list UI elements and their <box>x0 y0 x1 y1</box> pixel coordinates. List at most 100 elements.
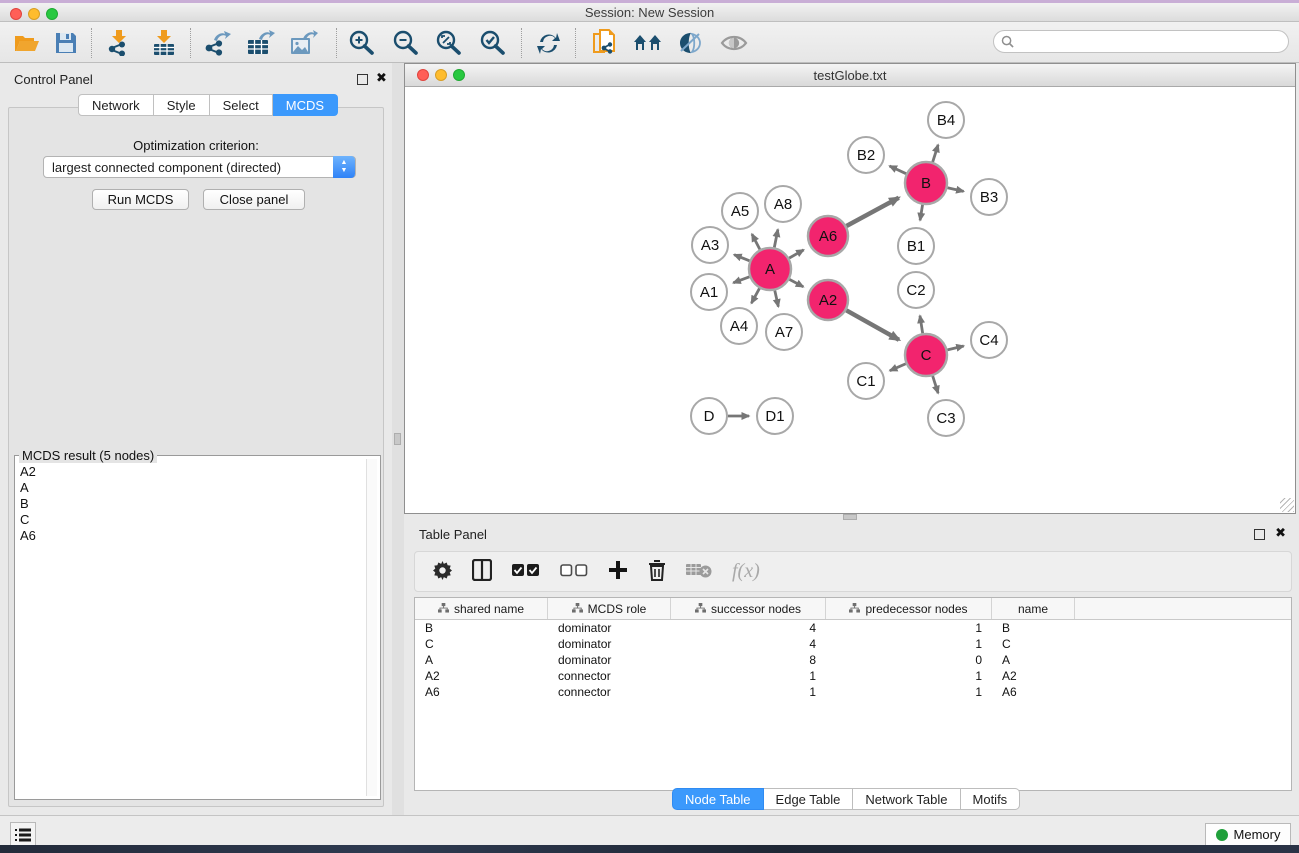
graph-edge-A-A1[interactable] <box>733 277 749 283</box>
graph-node-A8[interactable]: A8 <box>765 186 801 222</box>
cell[interactable]: 4 <box>671 620 826 636</box>
cell[interactable]: A <box>415 652 548 668</box>
graph-node-B[interactable]: B <box>905 162 947 204</box>
result-item[interactable]: A2 <box>20 464 36 480</box>
graph-node-A5[interactable]: A5 <box>722 193 758 229</box>
table-row-A[interactable]: Adominator80A <box>415 652 1291 668</box>
cell[interactable]: 0 <box>826 652 992 668</box>
graph-edge-C-C4[interactable] <box>947 346 963 350</box>
cell[interactable]: 1 <box>826 668 992 684</box>
cell[interactable]: 1 <box>671 684 826 700</box>
column-header-successor-nodes[interactable]: successor nodes <box>671 598 826 619</box>
save-session-button[interactable] <box>48 26 84 60</box>
graph-node-C1[interactable]: C1 <box>848 363 884 399</box>
table-tab-network-table[interactable]: Network Table <box>853 788 960 810</box>
graph-node-A3[interactable]: A3 <box>692 227 728 263</box>
graph-node-C[interactable]: C <box>905 334 947 376</box>
home-layout-button[interactable] <box>630 26 666 60</box>
import-network-button[interactable] <box>101 26 137 60</box>
control-tab-network[interactable]: Network <box>78 94 154 116</box>
zoom-out-button[interactable] <box>387 26 423 60</box>
network-window-titlebar[interactable]: testGlobe.txt <box>405 64 1295 87</box>
mcds-result-list[interactable]: A2ABCA6 <box>20 464 36 544</box>
column-header-shared-name[interactable]: shared name <box>415 598 548 619</box>
graph-node-B2[interactable]: B2 <box>848 137 884 173</box>
graph-node-D1[interactable]: D1 <box>757 398 793 434</box>
graph-edge-B-B4[interactable] <box>933 145 938 162</box>
cell[interactable]: 4 <box>671 636 826 652</box>
search-field[interactable] <box>993 30 1289 53</box>
cell[interactable]: B <box>415 620 548 636</box>
close-table-panel-icon[interactable]: ✖ <box>1275 525 1286 541</box>
graph-node-A1[interactable]: A1 <box>691 274 727 310</box>
search-input[interactable] <box>1018 35 1288 49</box>
result-item[interactable]: B <box>20 496 36 512</box>
column-header-predecessor-nodes[interactable]: predecessor nodes <box>826 598 992 619</box>
table-row-C[interactable]: Cdominator41C <box>415 636 1291 652</box>
cell[interactable]: A2 <box>992 668 1075 684</box>
graph-edge-C-C2[interactable] <box>920 316 923 334</box>
cell[interactable]: C <box>415 636 548 652</box>
graph-node-C3[interactable]: C3 <box>928 400 964 436</box>
panel-splitter-vertical[interactable] <box>392 63 404 815</box>
float-panel-icon[interactable] <box>357 73 368 88</box>
cell[interactable]: A <box>992 652 1075 668</box>
deselect-all-icon[interactable] <box>560 564 588 580</box>
graph-edge-A6-B[interactable] <box>846 198 898 226</box>
column-header-MCDS-role[interactable]: MCDS role <box>548 598 671 619</box>
zoom-in-button[interactable] <box>343 26 379 60</box>
graph-edge-C-C3[interactable] <box>933 376 938 393</box>
apply-style-button[interactable] <box>673 26 709 60</box>
column-header-name[interactable]: name <box>992 598 1075 619</box>
table-row-B[interactable]: Bdominator41B <box>415 620 1291 636</box>
graph-edge-B-B1[interactable] <box>920 205 922 221</box>
table-row-A2[interactable]: A2connector11A2 <box>415 668 1291 684</box>
cell[interactable]: A2 <box>415 668 548 684</box>
splitter-handle[interactable] <box>394 433 401 445</box>
cell[interactable]: dominator <box>548 620 671 636</box>
delete-icon[interactable] <box>648 560 666 584</box>
delete-table-icon[interactable] <box>686 562 712 581</box>
graph-edge-A2-C[interactable] <box>846 310 899 340</box>
result-scrollbar[interactable] <box>366 459 377 796</box>
graph-edge-B-B3[interactable] <box>947 188 963 192</box>
graph-node-A2[interactable]: A2 <box>808 280 848 320</box>
cell[interactable]: 1 <box>826 636 992 652</box>
run-mcds-button[interactable]: Run MCDS <box>92 189 189 210</box>
graph-node-B1[interactable]: B1 <box>898 228 934 264</box>
resize-grip[interactable] <box>1280 498 1294 512</box>
graph-node-C4[interactable]: C4 <box>971 322 1007 358</box>
import-table-button[interactable] <box>146 26 182 60</box>
refresh-button[interactable] <box>530 26 566 60</box>
table-row-A6[interactable]: A6connector11A6 <box>415 684 1291 700</box>
export-table-button[interactable] <box>243 26 279 60</box>
cell[interactable]: connector <box>548 668 671 684</box>
graph-edge-A-A5[interactable] <box>752 234 760 249</box>
graph-node-C2[interactable]: C2 <box>898 272 934 308</box>
cell[interactable]: dominator <box>548 652 671 668</box>
graph-node-A7[interactable]: A7 <box>766 314 802 350</box>
memory-button[interactable]: Memory <box>1205 823 1291 846</box>
graph-node-A4[interactable]: A4 <box>721 308 757 344</box>
cell[interactable]: B <box>992 620 1075 636</box>
graph-edge-A-A4[interactable] <box>751 288 759 303</box>
show-hide-button[interactable] <box>716 26 752 60</box>
result-item[interactable]: A6 <box>20 528 36 544</box>
graph-node-B3[interactable]: B3 <box>971 179 1007 215</box>
cell[interactable]: dominator <box>548 636 671 652</box>
select-all-icon[interactable] <box>512 564 540 580</box>
table-tab-motifs[interactable]: Motifs <box>961 788 1021 810</box>
graph-node-B4[interactable]: B4 <box>928 102 964 138</box>
float-table-panel-icon[interactable] <box>1254 528 1265 543</box>
close-panel-icon[interactable]: ✖ <box>376 70 387 86</box>
zoom-fit-button[interactable] <box>430 26 466 60</box>
control-tab-select[interactable]: Select <box>210 94 273 116</box>
result-item[interactable]: C <box>20 512 36 528</box>
export-image-button[interactable] <box>286 26 322 60</box>
graph-edge-A-A2[interactable] <box>789 279 803 286</box>
graph-edge-A-A8[interactable] <box>774 229 778 247</box>
graph-node-A6[interactable]: A6 <box>808 216 848 256</box>
cell[interactable]: 8 <box>671 652 826 668</box>
control-tab-mcds[interactable]: MCDS <box>273 94 338 116</box>
optimization-criterion-select[interactable]: largest connected component (directed) ▲… <box>43 156 356 178</box>
